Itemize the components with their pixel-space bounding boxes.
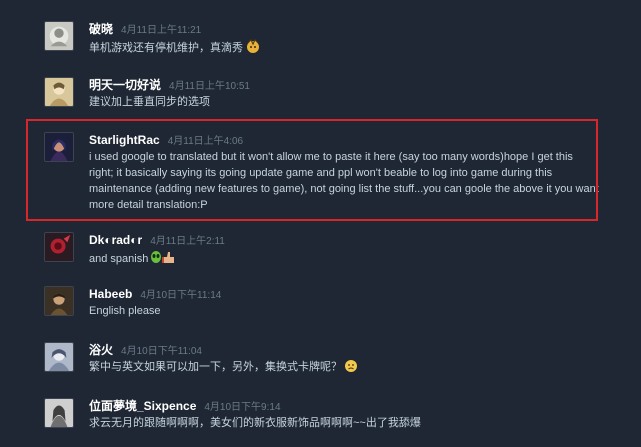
comment-text-content: and spanish [89, 253, 149, 265]
avatar[interactable] [44, 21, 74, 51]
comment-header: 浴火 4月10日下午11:04 [89, 342, 599, 358]
comment-text: English please [89, 303, 599, 319]
alien-thumbs-up-emoji-icon [150, 249, 176, 265]
comment-text-content: 单机游戏还有停机维护，真滴秀 [89, 42, 243, 54]
avatar[interactable] [44, 286, 74, 316]
comment-author[interactable]: 破晓 [89, 22, 113, 36]
comment-author[interactable]: 明天一切好说 [89, 78, 161, 92]
avatar-image [45, 343, 73, 371]
comment-author[interactable]: 浴火 [89, 343, 113, 357]
comment-header: StarlightRac 4月11日上午4:06 [89, 132, 599, 148]
avatar[interactable] [44, 132, 74, 162]
comment-author[interactable]: Dk◐rad◐r [89, 233, 142, 247]
comment-text: 繁中与英文如果可以加一下，另外，集换式卡牌呢？ [89, 359, 599, 375]
comment-body: StarlightRac 4月11日上午4:06 i used google to… [89, 132, 599, 213]
comment-text-content: 建议加上垂直同步的选项 [89, 96, 210, 108]
comment-author[interactable]: 位面夢境_Sixpence [89, 399, 196, 413]
comment-text: 求云无月的跟随啊啊啊，美女们的新衣服新饰品啊啊啊~~出了我舔爆 [89, 415, 599, 431]
comment-timestamp: 4月11日上午11:21 [121, 25, 202, 36]
comment-timestamp: 4月11日上午10:51 [169, 81, 250, 92]
comment-timestamp: 4月10日下午9:14 [204, 402, 281, 413]
avatar-image [45, 399, 73, 427]
comment-text-content: i used google to translated but it won't… [89, 151, 599, 211]
avatar-image [45, 133, 73, 161]
comment-timestamp: 4月11日上午2:11 [150, 236, 225, 247]
comment-body: 破晓 4月11日上午11:21 单机游戏还有停机维护，真滴秀 [89, 21, 599, 56]
comment-text: and spanish [89, 249, 599, 267]
comment-text: 建议加上垂直同步的选项 [89, 94, 599, 110]
comment-body: 浴火 4月10日下午11:04 繁中与英文如果可以加一下，另外，集换式卡牌呢？ [89, 342, 599, 375]
comment-header: Dk◐rad◐r 4月11日上午2:11 [89, 232, 599, 248]
comment-body: 位面夢境_Sixpence 4月10日下午9:14 求云无月的跟随啊啊啊，美女们的… [89, 398, 599, 431]
avatar[interactable] [44, 232, 74, 262]
comment-header: 明天一切好说 4月11日上午10:51 [89, 77, 599, 93]
comment-text-content: 求云无月的跟随啊啊啊，美女们的新衣服新饰品啊啊啊~~出了我舔爆 [89, 417, 421, 429]
avatar[interactable] [44, 77, 74, 107]
comment-author[interactable]: StarlightRac [89, 133, 160, 147]
comment-header: Habeeb 4月10日下午11:14 [89, 286, 599, 302]
avatar[interactable] [44, 398, 74, 428]
avatar-image [45, 287, 73, 315]
comment-text: i used google to translated but it won't… [89, 149, 599, 213]
avatar[interactable] [44, 342, 74, 372]
comment-timestamp: 4月10日下午11:04 [121, 346, 202, 357]
comment-author[interactable]: Habeeb [89, 287, 132, 301]
avatar-image [45, 22, 73, 50]
comment-text-content: English please [89, 305, 161, 317]
comment-timestamp: 4月10日下午11:14 [140, 290, 222, 301]
comment-text: 单机游戏还有停机维护，真滴秀 [89, 38, 599, 56]
comment-text-content: 繁中与英文如果可以加一下，另外，集换式卡牌呢？ [89, 361, 342, 373]
clapping-emoji-icon [245, 38, 261, 54]
comment-body: Dk◐rad◐r 4月11日上午2:11 and spanish [89, 232, 599, 267]
comment-header: 破晓 4月11日上午11:21 [89, 21, 599, 37]
comment-body: Habeeb 4月10日下午11:14 English please [89, 286, 599, 319]
avatar-image [45, 233, 73, 261]
comment-body: 明天一切好说 4月11日上午10:51 建议加上垂直同步的选项 [89, 77, 599, 110]
avatar-image [45, 78, 73, 106]
comment-header: 位面夢境_Sixpence 4月10日下午9:14 [89, 398, 599, 414]
worried-face-emoji-icon [344, 359, 358, 373]
comment-timestamp: 4月11日上午4:06 [167, 136, 244, 147]
